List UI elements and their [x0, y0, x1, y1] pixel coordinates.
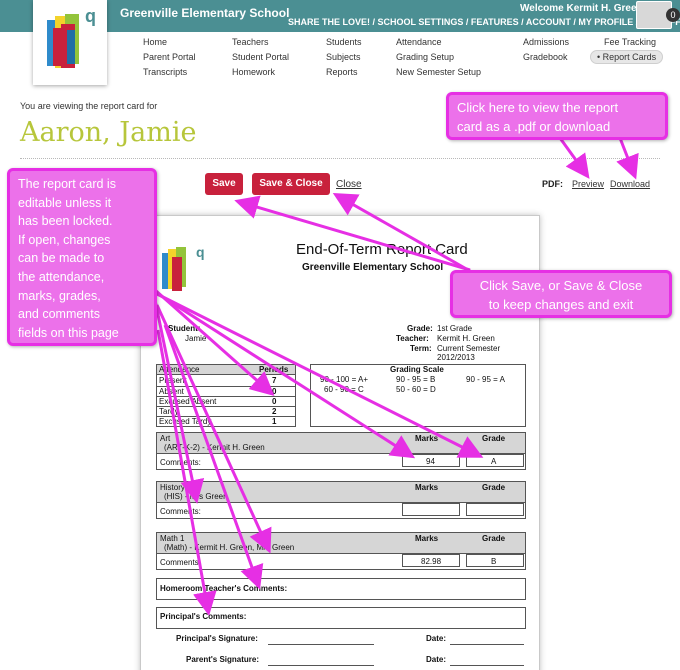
callout-line: Click Save, or Save & Close [479, 278, 643, 293]
callout-line: Click here to view the report [457, 100, 619, 115]
report-card-page: Greenville Elementary School Welcome Ker… [0, 0, 680, 670]
callout-line: the attendance, [18, 269, 105, 284]
callout-line: The report card is [18, 177, 116, 191]
callout-line: can be made to [18, 251, 105, 266]
callout-line: has been locked. [18, 214, 113, 229]
editable-callout: The report card is editable unless it ha… [7, 168, 157, 346]
callout-line: to keep changes and exit [488, 297, 634, 312]
save-callout: Click Save, or Save & Close to keep chan… [450, 270, 672, 318]
callout-line: card as a .pdf or download [457, 119, 611, 134]
callout-line: If open, changes [18, 232, 111, 247]
callout-line: marks, grades, [18, 288, 101, 303]
callout-line: editable unless it [18, 195, 112, 210]
callout-line: fields on this page [18, 325, 119, 340]
callout-line: and comments [18, 307, 100, 322]
pdf-callout: Click here to view the report card as a … [446, 92, 668, 140]
